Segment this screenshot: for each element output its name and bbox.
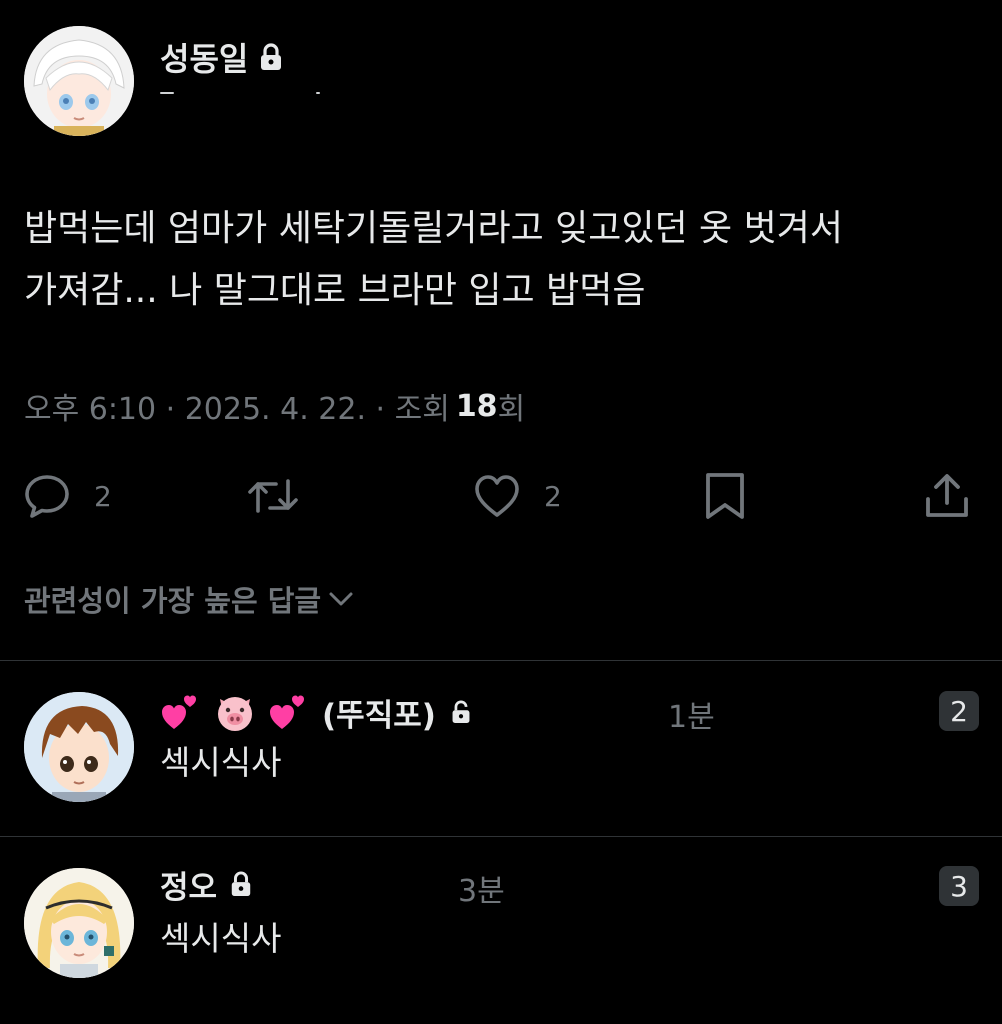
chevron-down-icon	[329, 592, 353, 606]
reply-display-name[interactable]: 정오	[160, 862, 217, 907]
share-button[interactable]	[922, 468, 972, 524]
view-count-suffix: 회	[497, 392, 526, 427]
reply-sort-selector[interactable]: 관련성이 가장 높은 답글	[24, 578, 355, 620]
tweet-timestamp[interactable]: 오후 6:10 · 2025. 4. 22. · 조회	[24, 384, 450, 428]
author-avatar[interactable]	[24, 26, 134, 136]
author-name-row: 성동일	[160, 32, 284, 82]
reply-header: (뚜직포)	[160, 690, 472, 734]
reply-avatar[interactable]	[24, 868, 134, 978]
tweet-action-bar: 2 2	[0, 468, 1002, 524]
bookmark-button[interactable]	[700, 468, 750, 524]
reply-sort-label: 관련성이 가장 높은 답글	[24, 584, 322, 618]
author-avatar-image	[24, 26, 134, 136]
lock-icon	[258, 43, 284, 71]
retweet-icon	[248, 479, 298, 513]
reply-header: 정오	[160, 862, 253, 906]
bookmark-icon	[706, 473, 744, 519]
share-icon	[926, 474, 968, 517]
author-handle-redacted	[160, 92, 320, 98]
retweet-button[interactable]	[246, 468, 300, 524]
pig-face-icon	[214, 691, 256, 733]
reply-icon	[25, 475, 69, 518]
view-count: 18	[455, 388, 498, 424]
divider	[0, 836, 1002, 837]
reply-display-name[interactable]: (뚜직포)	[322, 690, 436, 735]
reply-number-badge: 3	[939, 866, 979, 906]
tweet-text: 밥먹는데 엄마가 세탁기돌릴거라고 잊고있던 옷 벗겨서 가져감... 나 말그…	[24, 208, 843, 311]
tweet-meta: 오후 6:10 · 2025. 4. 22. · 조회 18 회	[24, 384, 525, 428]
reply-count: 2	[94, 479, 112, 513]
reply-timestamp[interactable]: 3분	[458, 866, 505, 910]
pink-hearts-icon	[268, 691, 310, 733]
lock-icon	[450, 699, 472, 725]
divider	[0, 660, 1002, 661]
lock-icon	[229, 871, 253, 897]
reply-button[interactable]: 2	[22, 468, 112, 524]
pink-hearts-icon	[160, 691, 202, 733]
reply-avatar-image	[24, 692, 134, 802]
reply-text: 섹시식사	[160, 919, 282, 958]
like-button[interactable]: 2	[472, 468, 562, 524]
reply-timestamp[interactable]: 1분	[668, 692, 715, 736]
like-count: 2	[544, 479, 562, 513]
reply-avatar[interactable]	[24, 692, 134, 802]
reply-number-badge: 2	[939, 691, 979, 731]
reply-text: 섹시식사	[160, 743, 282, 782]
heart-icon	[475, 475, 519, 517]
author-display-name[interactable]: 성동일	[160, 34, 248, 80]
reply-avatar-image	[24, 868, 134, 978]
